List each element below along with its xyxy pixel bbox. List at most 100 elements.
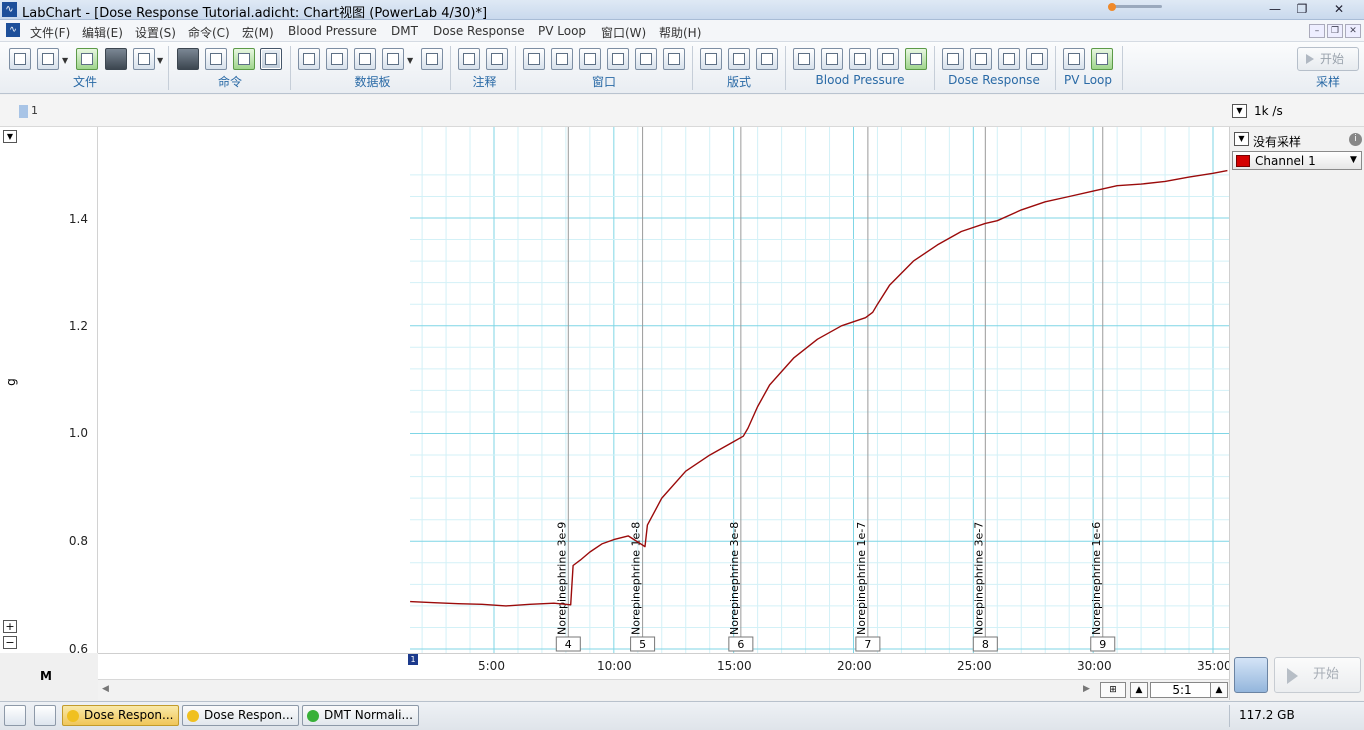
bp-table-icon[interactable] xyxy=(821,48,843,70)
data-pad-icon[interactable] xyxy=(298,48,320,70)
amplitude-axis[interactable]: ▼ + − g 1.4 1.2 1.0 0.8 0.6 xyxy=(0,127,98,656)
new-file-icon[interactable] xyxy=(9,48,31,70)
expand-icon[interactable]: ▲ xyxy=(1210,682,1228,698)
spectrum-view-icon[interactable] xyxy=(635,48,657,70)
menu-pv-loop[interactable]: PV Loop xyxy=(538,24,586,38)
menu-settings[interactable]: 设置(S) xyxy=(135,24,176,41)
open-dropdown-icon[interactable]: ▼ xyxy=(62,56,68,65)
play-icon xyxy=(1287,668,1298,684)
scroll-right-icon[interactable]: ▶ xyxy=(1083,684,1090,694)
menu-file[interactable]: 文件(F) xyxy=(30,24,70,41)
scale-down-icon[interactable]: − xyxy=(3,636,17,649)
minimize-button[interactable]: — xyxy=(1262,1,1288,17)
pv-loop-icon[interactable] xyxy=(1091,48,1113,70)
import-icon[interactable] xyxy=(76,48,98,70)
mdi-minimize-button[interactable]: – xyxy=(1309,24,1325,38)
y-tick-label: 1.4 xyxy=(68,212,88,226)
toolbar-group-layout: 版式 xyxy=(726,75,751,89)
mdi-restore-button[interactable]: ❐ xyxy=(1327,24,1343,38)
toolbar-separator xyxy=(515,46,516,90)
chart-view-icon[interactable] xyxy=(523,48,545,70)
menu-dmt[interactable]: DMT xyxy=(391,24,418,38)
document-tab[interactable]: DMT Normali... xyxy=(302,705,419,726)
menu-window[interactable]: 窗口(W) xyxy=(601,24,646,41)
dr-table-icon[interactable] xyxy=(970,48,992,70)
sampling-dropdown-icon[interactable]: ▼ xyxy=(1234,132,1249,146)
layout-grid-icon[interactable] xyxy=(700,48,722,70)
scroll-left-icon[interactable]: ◀ xyxy=(102,684,109,694)
data-pad-dropdown-icon[interactable]: ▼ xyxy=(407,56,413,65)
document-icon[interactable]: ∿ xyxy=(6,23,20,37)
menu-dose-response[interactable]: Dose Response xyxy=(433,24,525,38)
bp-grid-icon[interactable] xyxy=(877,48,899,70)
bp-wave-icon[interactable] xyxy=(849,48,871,70)
menu-blood-pressure[interactable]: Blood Pressure xyxy=(288,24,377,38)
menu-help[interactable]: 帮助(H) xyxy=(659,24,701,41)
document-tab-label: DMT Normali... xyxy=(324,708,413,722)
mdi-close-button[interactable]: ✕ xyxy=(1345,24,1361,38)
home-icon[interactable] xyxy=(4,705,26,726)
find-binoculars-icon[interactable] xyxy=(177,48,199,70)
fit-view-icon[interactable]: ⊞ xyxy=(1100,682,1126,698)
autoscale-icon[interactable] xyxy=(233,48,255,70)
dr-plot-icon[interactable] xyxy=(998,48,1020,70)
axis-menu-dropdown-icon[interactable]: ▼ xyxy=(3,130,17,143)
compress-icon[interactable]: ▲ xyxy=(1130,682,1148,698)
close-button[interactable]: ✕ xyxy=(1326,1,1352,17)
axis-unit-label: g xyxy=(3,378,18,386)
menu-macro[interactable]: 宏(M) xyxy=(242,24,274,41)
channel-function-select[interactable]: Channel 1 ▼ xyxy=(1232,151,1362,170)
find-next-icon[interactable] xyxy=(205,48,227,70)
y-tick-label: 1.2 xyxy=(68,319,88,333)
labchart-window: ∿ LabChart - [Dose Response Tutorial.adi… xyxy=(0,0,1364,730)
windows-icon[interactable] xyxy=(34,705,56,726)
toolbar-separator xyxy=(785,46,786,90)
document-tab[interactable]: Dose Respon... xyxy=(182,705,299,726)
chart-svg[interactable]: Norepinephrine 3e-94Norepinephrine 1e-85… xyxy=(98,127,1229,653)
add-layout-icon[interactable] xyxy=(756,48,778,70)
maximize-button[interactable]: ❐ xyxy=(1289,1,1315,17)
multiple-add-icon[interactable] xyxy=(354,48,376,70)
dr-settings-icon[interactable] xyxy=(942,48,964,70)
share-icon[interactable] xyxy=(133,48,155,70)
sampling-mode-icon[interactable] xyxy=(1234,657,1268,693)
time-axis[interactable]: 1 5:00 10:00 15:00 20:00 25:00 30:00 35:… xyxy=(98,653,1232,679)
horizontal-compression-ratio[interactable]: 5:1 xyxy=(1150,682,1214,698)
document-dot-icon xyxy=(307,710,319,722)
pv-settings-icon[interactable] xyxy=(1063,48,1085,70)
start-button[interactable]: 开始 xyxy=(1274,657,1361,693)
slider-knob-icon[interactable] xyxy=(1108,3,1116,11)
view-mode-icon[interactable] xyxy=(260,48,282,70)
bp-settings-icon[interactable] xyxy=(793,48,815,70)
menu-edit[interactable]: 编辑(E) xyxy=(82,24,123,41)
chevron-down-icon: ▼ xyxy=(1350,155,1357,165)
scope-view-icon[interactable] xyxy=(551,48,573,70)
chart-plot-area[interactable]: Norepinephrine 3e-9 4 Norepinephrine 1e-8 5… xyxy=(98,127,1229,653)
horizontal-scrollbar[interactable]: ◀ ▶ ⊞ ▲ 5:1 ▲ xyxy=(98,679,1229,700)
layout-tiles-icon[interactable] xyxy=(728,48,750,70)
window-title: LabChart - [Dose Response Tutorial.adich… xyxy=(22,6,488,21)
open-folder-icon[interactable] xyxy=(37,48,59,70)
channel-marker[interactable] xyxy=(19,105,28,118)
document-tab[interactable]: Dose Respon... xyxy=(62,705,179,726)
bp-export-icon[interactable] xyxy=(905,48,927,70)
add-to-data-pad-icon[interactable] xyxy=(326,48,348,70)
toolbar-start-button[interactable]: 开始 xyxy=(1297,47,1359,71)
comment-list-icon[interactable] xyxy=(486,48,508,70)
print-icon[interactable] xyxy=(105,48,127,70)
rate-dropdown-icon[interactable]: ▼ xyxy=(1232,104,1247,118)
data-pad-settings-icon[interactable] xyxy=(382,48,404,70)
dr-curve-icon[interactable] xyxy=(1026,48,1048,70)
notebook-icon[interactable] xyxy=(663,48,685,70)
menu-commands[interactable]: 命令(C) xyxy=(188,24,230,41)
add-comment-icon[interactable] xyxy=(458,48,480,70)
scale-up-icon[interactable]: + xyxy=(3,620,17,633)
info-icon[interactable]: i xyxy=(1349,133,1362,146)
block-marker[interactable]: 1 xyxy=(408,654,418,665)
share-dropdown-icon[interactable]: ▼ xyxy=(157,56,163,65)
xy-view-icon[interactable] xyxy=(607,48,629,70)
time-axis-marker[interactable]: M xyxy=(40,669,52,683)
zoom-view-icon[interactable] xyxy=(579,48,601,70)
spectrum-icon[interactable] xyxy=(421,48,443,70)
transparency-slider[interactable] xyxy=(1108,3,1162,11)
